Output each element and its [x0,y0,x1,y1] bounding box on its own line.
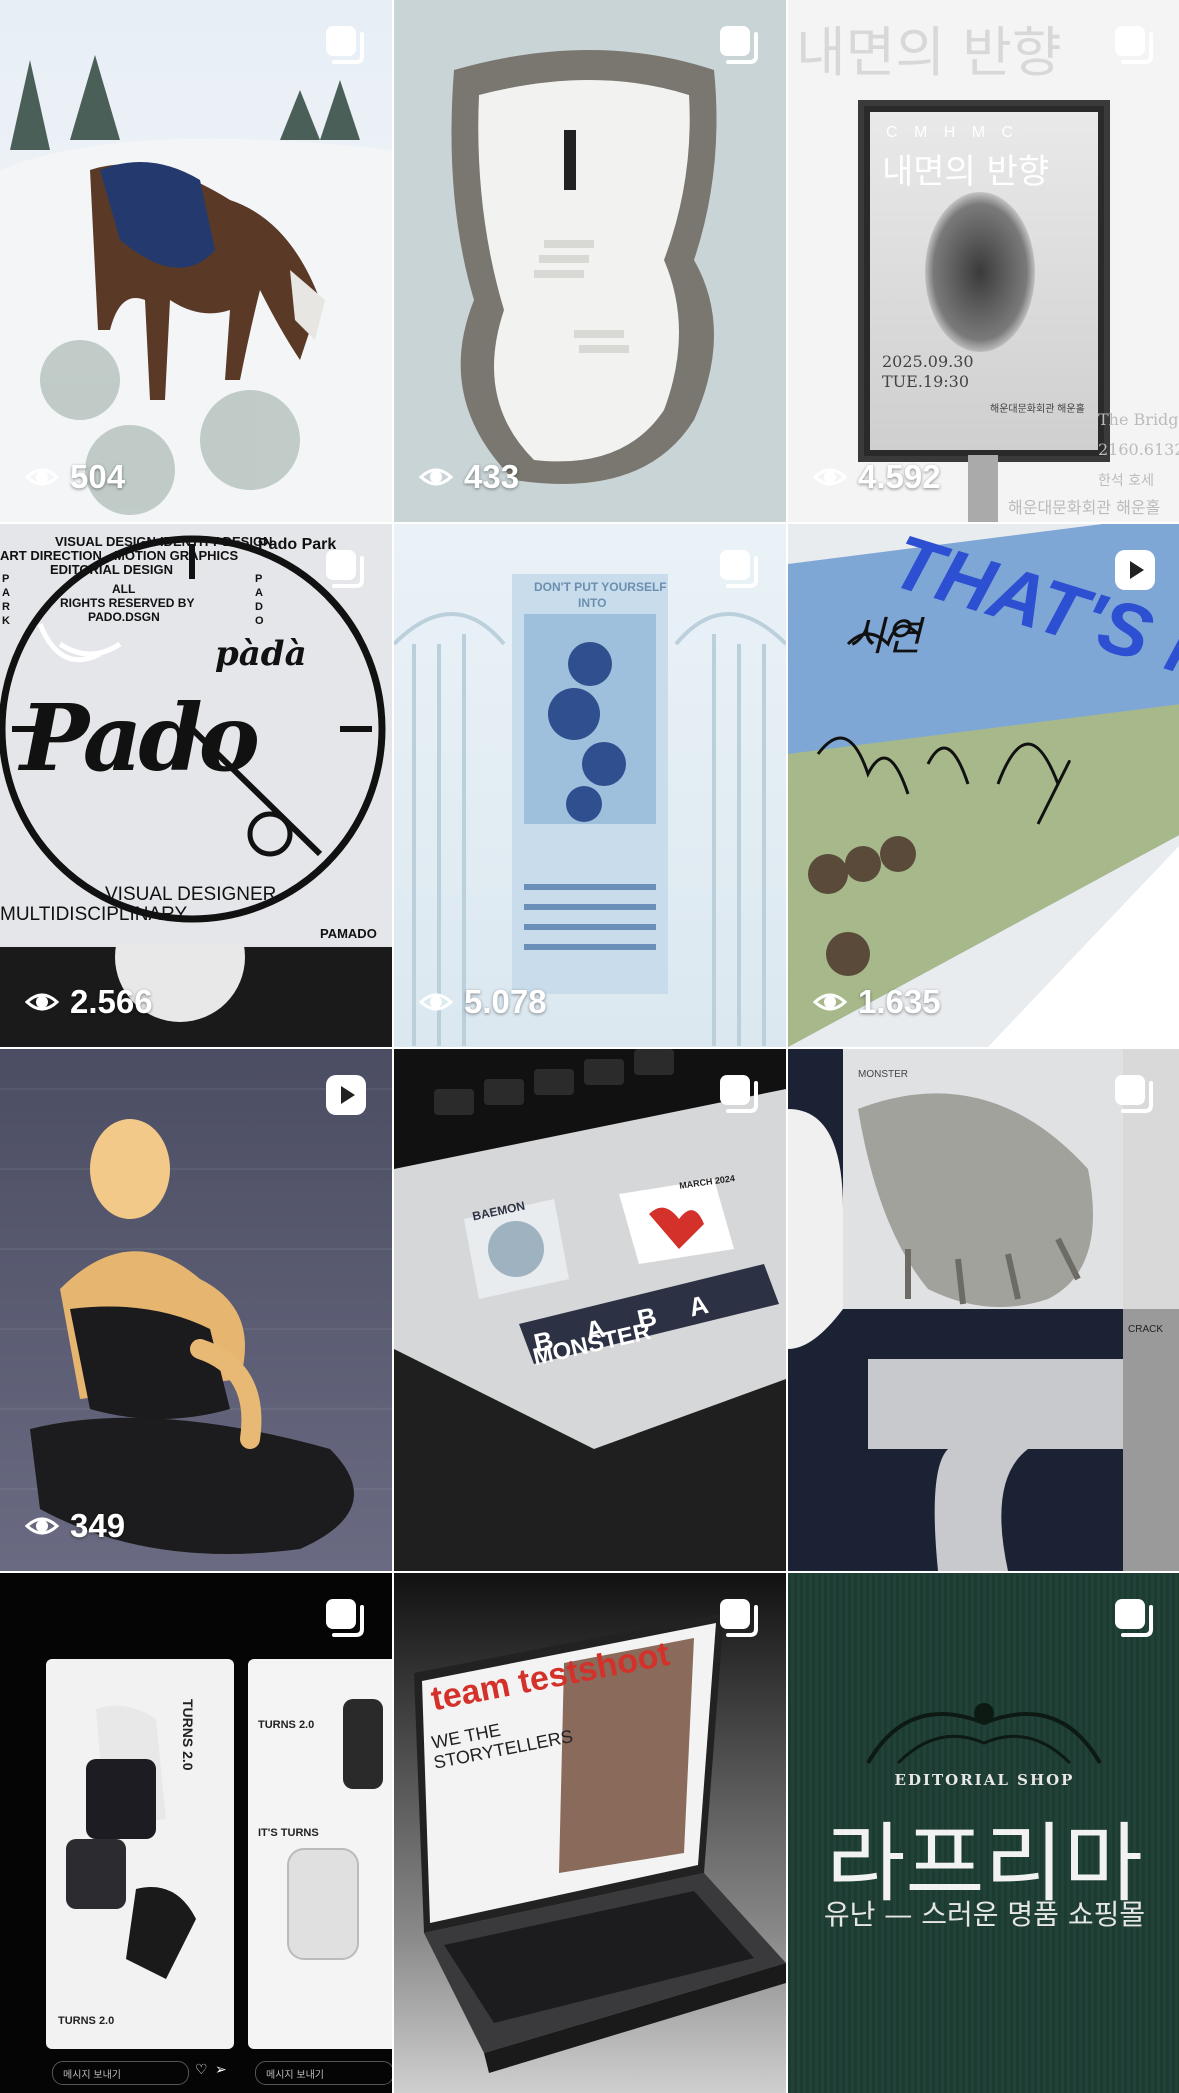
story-2-backpack [287,1699,383,1960]
grid-tile-pado-poster[interactable]: VISUAL DESIGN IDENTITY DESIGN Pado Park … [0,524,392,1047]
carousel-icon [720,26,758,64]
billboard-frame: C M H M C 내면의 반향 2025.09.30 TUE.19:30 해운… [858,100,1110,462]
view-count: 1.635 [812,983,941,1021]
poster-bg-title: 내면의 반향 [796,21,1062,84]
reel-icon [1115,550,1155,590]
eye-icon [418,468,454,486]
grid-tile-team-testshoot[interactable]: team testshoot WE THE STORYTELLERS [394,1573,786,2093]
eye-icon [24,468,60,486]
stairs-crater-image [394,0,786,522]
view-count: 2.566 [24,983,153,1021]
grid-tile-laptop-stickers[interactable]: BAEMON MARCH 2024 B A B A MONSTER [394,1049,786,1571]
carousel-icon [1115,1075,1153,1113]
eye-icon [812,468,848,486]
grid-tile-thats-me[interactable]: THAT'S ME 시연 1.635 [788,524,1179,1047]
carousel-icon [720,1075,758,1113]
grid-tile-stairs-crater[interactable]: 433 [394,0,786,522]
carousel-icon [326,550,364,588]
editorial-small: EDITORIAL SHOP [894,1771,1075,1789]
view-count: 433 [418,458,519,496]
carousel-icon [1115,1599,1153,1637]
send-icon[interactable]: ➢ [215,2061,227,2078]
monster-claw-image [788,1049,1179,1571]
eye-icon [24,993,60,1011]
grid-tile-dancer[interactable]: 349 [0,1049,392,1571]
grid-tile-horse-snow[interactable]: 504 [0,0,392,522]
dancer-image [0,1088,392,1554]
story-1-figures [66,1705,196,1979]
carousel-icon [720,1599,758,1637]
grid-tile-turns-backpack[interactable]: TURNS 2.0 TURNS 2.0 TURNS 2.0 IT'S TURNS… [0,1573,392,2093]
laptop-stickers-image [394,1049,786,1571]
billboard-pole [968,455,998,522]
horse-snow-image [0,0,392,522]
view-count: 349 [24,1507,125,1545]
pado-small-logo: pàdà [215,634,307,674]
carousel-icon [326,26,364,64]
grid-tile-editorial-shop[interactable]: EDITORIAL SHOP 라프리마 유난 — 스러운 명품 쇼핑몰 [788,1573,1179,2093]
message-field-2[interactable]: 메시지 보내기 [255,2061,392,2085]
view-count: 4.592 [812,458,941,496]
story-card-1: TURNS 2.0 TURNS 2.0 [46,1659,234,2049]
grid-tile-poster-billboard[interactable]: 내면의 반향 C M H M C 내면의 반향 2025.09.30 TUE.1… [788,0,1179,522]
view-count: 504 [24,458,125,496]
eye-icon [812,993,848,1011]
eye-icon [24,1517,60,1535]
poster-panel: C M H M C 내면의 반향 2025.09.30 TUE.19:30 해운… [870,112,1098,450]
message-field-1[interactable]: 메시지 보내기 [52,2061,189,2085]
grid-tile-calendar-poster[interactable]: DON'T PUT YOURSELF INTO 5.078 [394,524,786,1047]
editorial-subtitle: 유난 — 스러운 명품 쇼핑몰 [823,1898,1146,1931]
reel-icon [326,1075,366,1115]
carousel-icon [326,1599,364,1637]
carousel-icon [1115,26,1153,64]
handwriting: 시연 [848,614,922,660]
grid-tile-monster-claw[interactable]: MONSTER CRACK [788,1049,1179,1571]
profile-media-grid: 504 433 내면의 반향 C M H M C 내면의 반향 2025.09.… [0,0,1179,2093]
heart-icon[interactable]: ♡ [195,2061,208,2078]
view-count: 5.078 [418,983,547,1021]
story-card-2: TURNS 2.0 IT'S TURNS [248,1659,392,2049]
eye-icon [418,993,454,1011]
blurred-face [925,192,1035,352]
pado-script-logo: Pado [20,684,260,792]
carousel-icon [720,550,758,588]
